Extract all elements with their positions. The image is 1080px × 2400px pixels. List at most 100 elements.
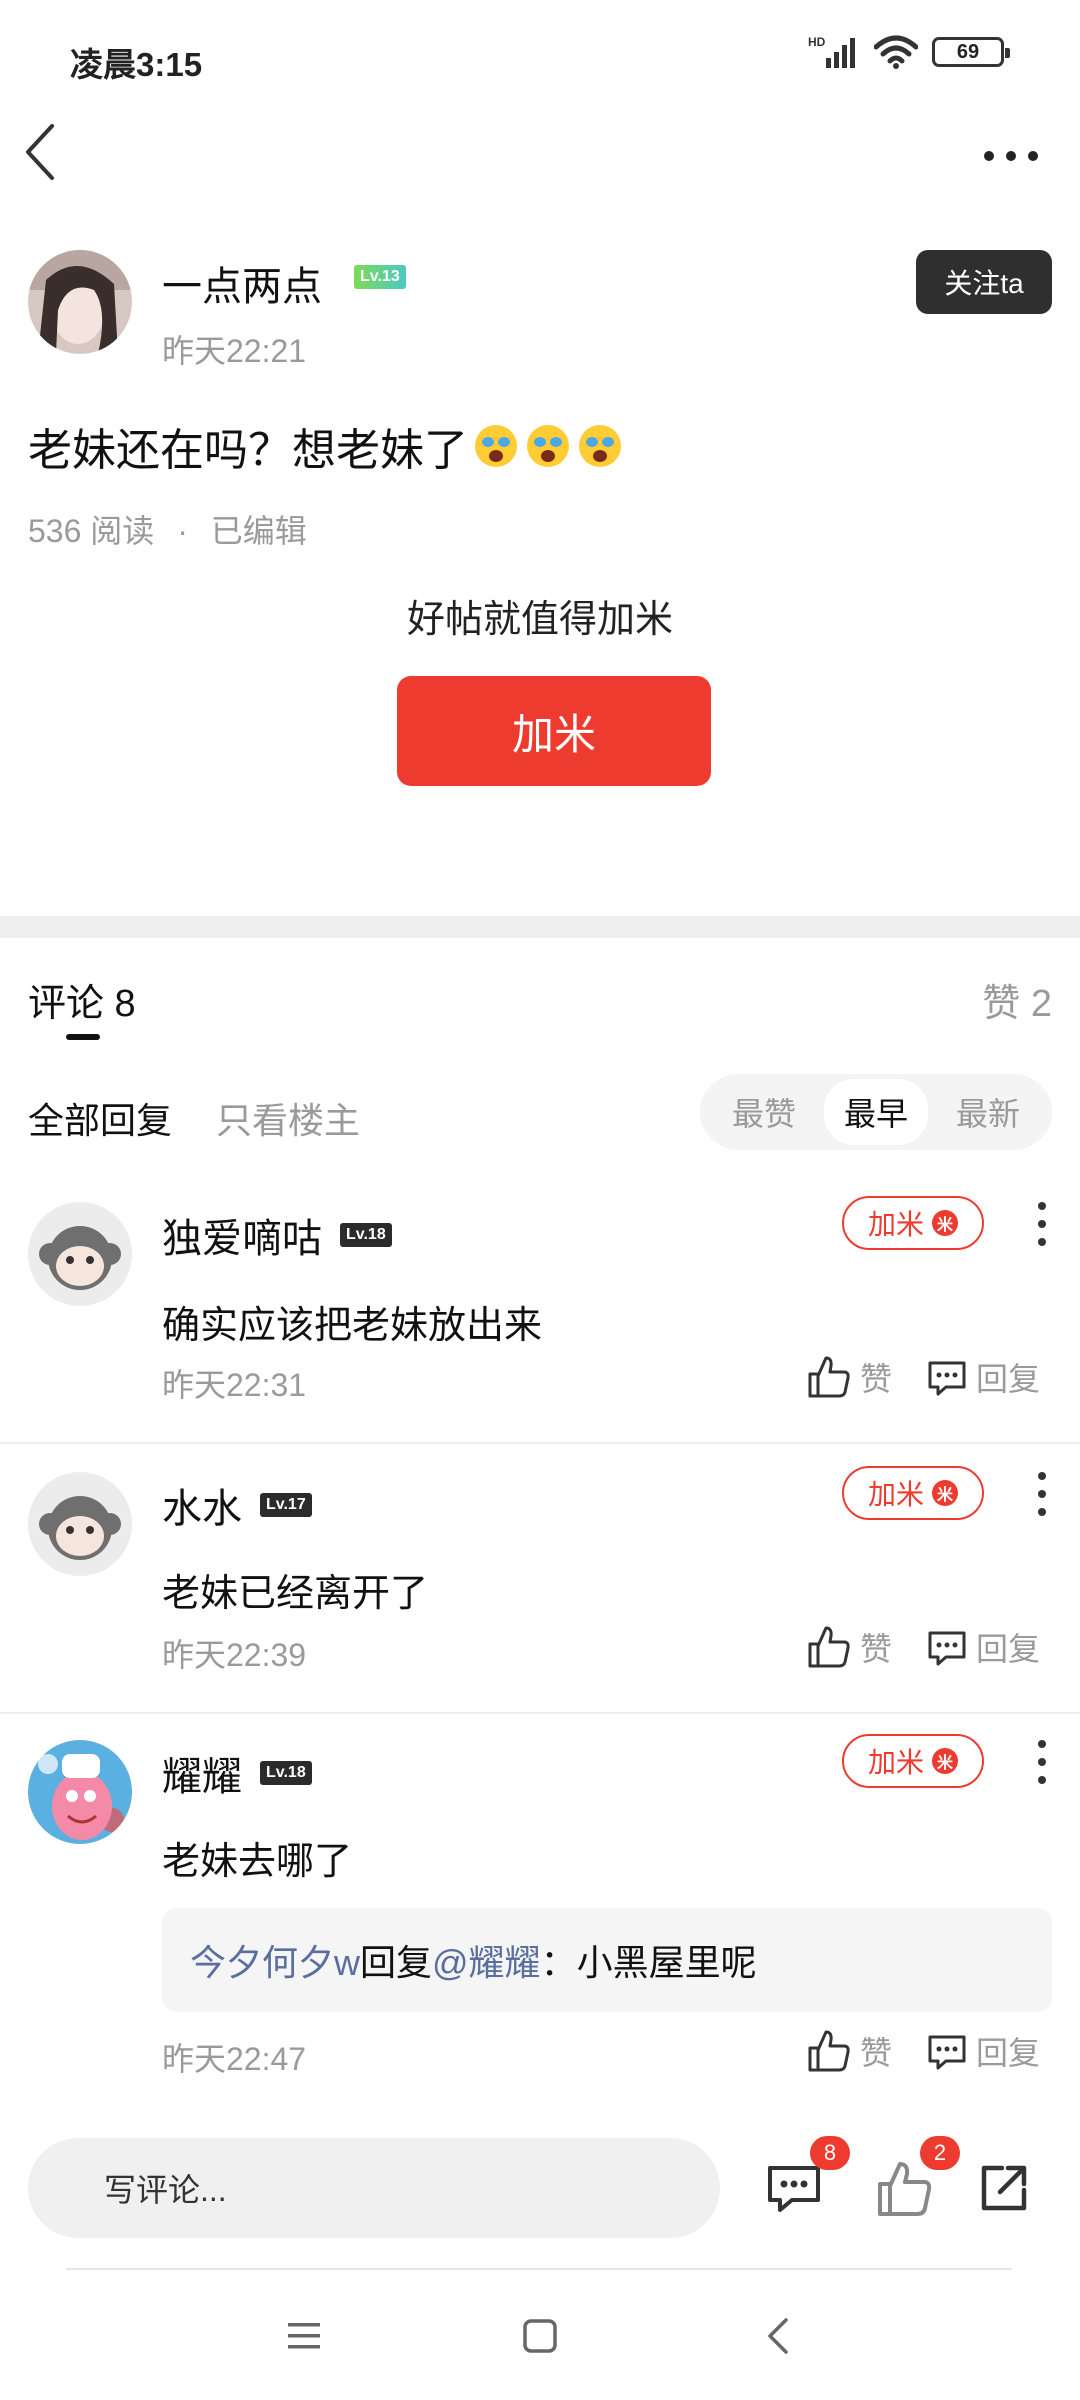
meta-separator: · [177, 513, 188, 549]
commenter-avatar[interactable] [28, 1472, 132, 1576]
reply-button[interactable]: 回复 [926, 2028, 1040, 2074]
likes-tab[interactable]: 赞 2 [982, 972, 1052, 1027]
sub-reply-mention[interactable]: @耀耀 [432, 1934, 541, 1986]
follow-button[interactable]: 关注ta [916, 250, 1052, 314]
jiami-button[interactable]: 加米 米 [842, 1734, 984, 1788]
like-label: 赞 [859, 1631, 892, 1667]
sub-reply[interactable]: 今夕何夕w 回复 @耀耀 ：小黑屋里呢 [162, 1908, 1052, 2012]
thumbs-up-icon [808, 1626, 850, 1668]
crying-emoji-icon [579, 425, 621, 467]
comment-text: 老妹去哪了 [162, 1841, 353, 1883]
share-button[interactable] [972, 2156, 1036, 2220]
jiami-label: 加米 [867, 1479, 924, 1510]
sub-reply-text: ：小黑屋里呢 [540, 1942, 757, 1983]
like-button[interactable]: 赞 [806, 1354, 892, 1400]
crying-emoji-icon [475, 425, 517, 467]
reward-button[interactable]: 加米 [397, 676, 711, 786]
back-button[interactable] [20, 122, 80, 192]
commenter-name-text[interactable]: 水水 [162, 1476, 242, 1534]
like-button[interactable]: 赞 [806, 2028, 892, 2074]
thumbs-up-icon [808, 1356, 850, 1398]
comment-time: 昨天22:31 [162, 1367, 307, 1403]
comment-divider [0, 1442, 1080, 1444]
jiami-label: 加米 [867, 1747, 924, 1778]
commenter-avatar[interactable] [28, 1740, 132, 1844]
reply-bubble-icon [928, 1361, 966, 1396]
sort-earliest[interactable]: 最早 [823, 1079, 928, 1145]
filter-all-replies[interactable]: 全部回复 [28, 1092, 172, 1144]
thumbs-up-icon [808, 2030, 850, 2072]
rice-icon: 米 [932, 1748, 958, 1774]
author-avatar[interactable] [28, 250, 132, 354]
svg-text:HD: HD [808, 35, 826, 49]
jiami-button[interactable]: 加米 米 [842, 1466, 984, 1520]
dot-icon [1028, 151, 1038, 161]
comment-time: 昨天22:47 [162, 2041, 307, 2077]
reply-label: 回复 [975, 1631, 1040, 1667]
commenter-name-text[interactable]: 耀耀 [162, 1744, 242, 1802]
bottom-divider [66, 2268, 1012, 2270]
comment-actions: 赞 回复 [806, 1354, 1040, 1400]
level-badge: Lv.18 [340, 1223, 392, 1247]
commenter-name-text[interactable]: 独爱嘀咕 [162, 1206, 322, 1264]
author-name[interactable]: 一点两点 [162, 254, 322, 312]
comment-menu-button[interactable] [1034, 1202, 1050, 1246]
comment-actions: 赞 回复 [806, 1624, 1040, 1670]
post-title-text: 老妹还在吗？想老妹了 [28, 426, 468, 475]
filter-op-only[interactable]: 只看楼主 [216, 1092, 360, 1144]
commenter-name: 水水 Lv.17 [162, 1476, 312, 1534]
comment-time: 昨天22:39 [162, 1637, 307, 1673]
wifi-icon [874, 35, 918, 69]
post-time: 昨天22:21 [162, 333, 307, 369]
comment-text: 老妹已经离开了 [162, 1573, 429, 1615]
more-options-button[interactable] [976, 138, 1046, 174]
like-button[interactable]: 赞 [806, 1624, 892, 1670]
comment-menu-button[interactable] [1034, 1740, 1050, 1784]
comment-actions: 赞 回复 [806, 2028, 1040, 2074]
post-title: 老妹还在吗？想老妹了 [28, 414, 624, 478]
commenter-name: 耀耀 Lv.18 [162, 1744, 312, 1802]
sort-newest[interactable]: 最新 [936, 1079, 1040, 1145]
commenter-avatar[interactable] [28, 1202, 132, 1306]
write-comment-input[interactable]: 写评论... [28, 2138, 720, 2238]
comment-menu-button[interactable] [1034, 1472, 1050, 1516]
sub-reply-user[interactable]: 今夕何夕w [190, 1934, 360, 1986]
nav-back-icon[interactable] [764, 2316, 792, 2356]
home-icon[interactable] [522, 2318, 558, 2354]
sub-reply-verb: 回复 [360, 1942, 433, 1983]
jiami-button[interactable]: 加米 米 [842, 1196, 984, 1250]
dot-icon [984, 151, 994, 161]
comments-button[interactable]: 8 [762, 2136, 850, 2220]
sort-toggle: 最赞 最早 最新 [700, 1074, 1052, 1150]
reply-label: 回复 [975, 1361, 1040, 1397]
signal-icon: HD [808, 35, 855, 68]
comment-count-badge: 8 [810, 2136, 850, 2170]
comments-tab[interactable]: 评论 8 [28, 972, 136, 1027]
reply-button[interactable]: 回复 [926, 1354, 1040, 1400]
reward-prompt: 好帖就值得加米 [406, 599, 673, 641]
back-arrow-icon [26, 124, 54, 180]
comment-text: 确实应该把老妹放出来 [162, 1305, 543, 1347]
menu-icon[interactable] [286, 2320, 322, 2352]
reply-button[interactable]: 回复 [926, 1624, 1040, 1670]
comment-divider [0, 1712, 1080, 1714]
post-meta: 536 阅读 · 已编辑 [28, 506, 307, 552]
level-badge: Lv.18 [260, 1761, 312, 1785]
reply-label: 回复 [975, 2035, 1040, 2071]
section-divider [0, 916, 1080, 938]
dot-icon [1006, 151, 1016, 161]
like-count-badge: 2 [920, 2136, 960, 2170]
like-post-button[interactable]: 2 [872, 2136, 960, 2220]
like-label: 赞 [859, 2035, 892, 2071]
rice-icon: 米 [932, 1480, 958, 1506]
status-icons: HD 69 [808, 34, 1010, 70]
level-badge: Lv.17 [260, 1493, 312, 1517]
read-count: 536 阅读 [28, 513, 155, 549]
sort-most-liked[interactable]: 最赞 [712, 1079, 816, 1145]
share-icon [981, 2165, 1027, 2211]
edited-label: 已编辑 [210, 513, 307, 549]
like-label: 赞 [859, 1361, 892, 1397]
rice-icon: 米 [932, 1210, 958, 1236]
battery-indicator: 69 [932, 37, 1010, 67]
crying-emoji-icon [527, 425, 569, 467]
